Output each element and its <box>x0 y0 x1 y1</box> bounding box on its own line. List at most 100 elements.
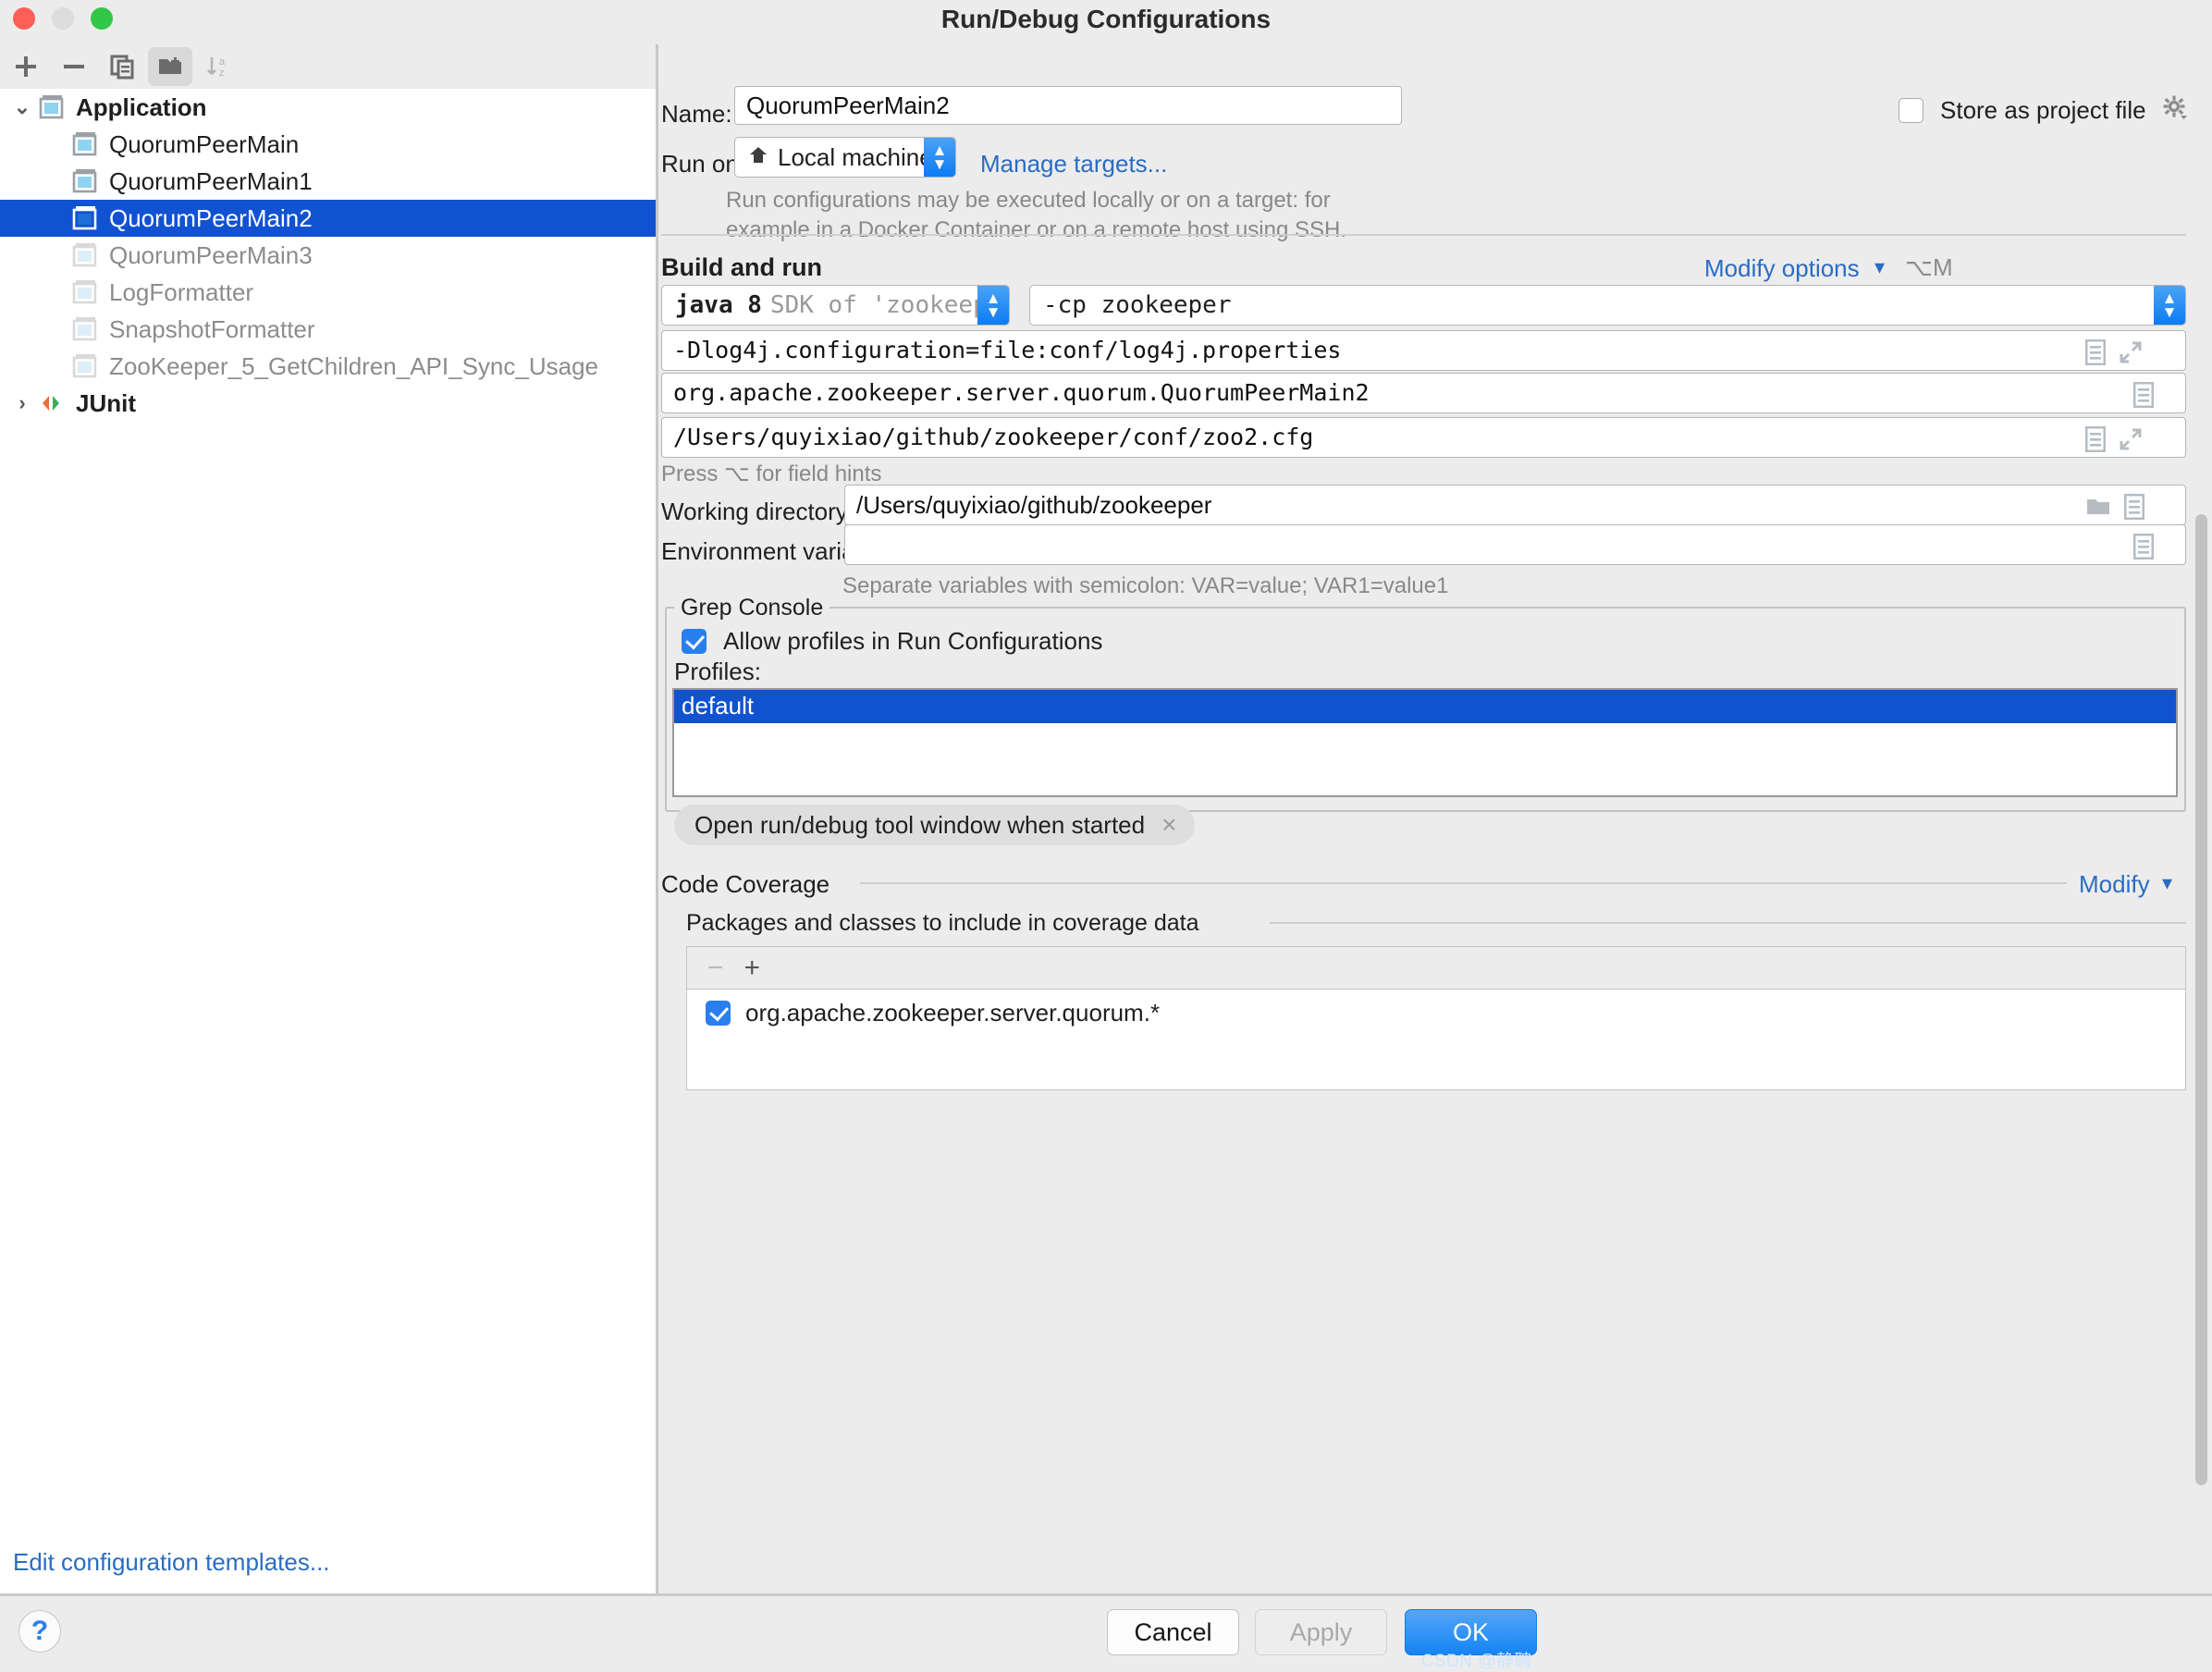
run-on-hint-line1: Run configurations may be executed local… <box>726 188 1331 213</box>
chevron-down-icon[interactable]: ⌄ <box>6 95 39 119</box>
vm-options-list-icon[interactable] <box>2084 338 2107 372</box>
working-directory-list-icon[interactable] <box>2123 493 2145 526</box>
tree-item-logformatter[interactable]: LogFormatter <box>0 274 656 311</box>
name-input[interactable]: QuorumPeerMain2 <box>734 86 1402 125</box>
vm-options-field-icons <box>2084 338 2143 372</box>
manage-targets-link[interactable]: Manage targets... <box>980 150 1167 178</box>
tree-item-label: Application <box>76 92 207 121</box>
application-icon <box>72 279 100 305</box>
close-icon[interactable]: × <box>1161 810 1176 840</box>
sort-alpha-icon[interactable]: a z <box>196 47 240 86</box>
application-icon <box>72 242 100 268</box>
environment-variables-list-icon[interactable] <box>2132 533 2155 566</box>
tree-item-zookeeper-5-getchildren-api-sync-usage[interactable]: ZooKeeper_5_GetChildren_API_Sync_Usage <box>0 348 656 385</box>
open-run-debug-tool-window-label: Open run/debug tool window when started <box>694 810 1146 839</box>
main-class-input[interactable]: org.apache.zookeeper.server.quorum.Quoru… <box>661 373 2186 413</box>
allow-profiles-checkbox[interactable] <box>682 629 707 654</box>
copy-configuration-button[interactable] <box>100 47 144 86</box>
application-icon <box>72 353 100 379</box>
allow-profiles-label: Allow profiles in Run Configurations <box>723 627 1103 655</box>
code-coverage-modify-link[interactable]: Modify <box>2079 870 2150 899</box>
classpath-select[interactable]: -cp zookeeper ▲ ▼ <box>1029 285 2186 326</box>
application-icon <box>39 94 67 120</box>
cancel-button[interactable]: Cancel <box>1107 1609 1239 1655</box>
run-on-stepper[interactable]: ▲ ▼ <box>924 138 955 177</box>
configurations-sidebar: a z ⌄ Application QuorumPeerMain QuorumPe… <box>0 44 658 1593</box>
chevron-right-icon[interactable]: › <box>6 391 39 415</box>
vm-options-expand-icon[interactable] <box>2119 340 2143 371</box>
profiles-list[interactable]: default <box>672 688 2178 797</box>
add-package-button[interactable]: + <box>744 953 761 984</box>
configurations-tree[interactable]: ⌄ Application QuorumPeerMain QuorumPeerMa… <box>0 89 656 1531</box>
coverage-packages-divider <box>1270 922 2186 924</box>
folder-add-icon[interactable] <box>148 47 192 86</box>
name-label: Name: <box>661 100 732 128</box>
grep-console-group-label: Grep Console <box>674 595 830 621</box>
folder-browse-icon[interactable] <box>2085 495 2111 525</box>
tree-item-label: LogFormatter <box>109 277 254 306</box>
tree-item-quorumpeermain[interactable]: QuorumPeerMain <box>0 126 656 163</box>
classpath-stepper[interactable]: ▲ ▼ <box>2154 286 2185 325</box>
help-button[interactable]: ? <box>18 1610 61 1653</box>
local-machine-icon <box>748 143 768 172</box>
vm-options-input[interactable]: -Dlog4j.configuration=file:conf/log4j.pr… <box>661 330 2186 371</box>
tree-item-quorumpeermain2[interactable]: QuorumPeerMain2 <box>0 200 656 237</box>
environment-variables-field-icons <box>2132 533 2155 566</box>
open-run-debug-tool-window-chip[interactable]: Open run/debug tool window when started … <box>674 805 1196 845</box>
svg-text:a: a <box>219 56 226 68</box>
remove-configuration-button[interactable] <box>52 47 96 86</box>
store-as-project-file-row[interactable]: Store as project file <box>1899 95 2187 126</box>
coverage-toolbar: − + <box>686 946 2186 989</box>
program-arguments-field-icons <box>2084 425 2143 459</box>
environment-variables-input[interactable] <box>844 524 2186 565</box>
run-on-select[interactable]: Local machine ▲ ▼ <box>734 137 956 178</box>
application-icon <box>72 168 100 194</box>
modify-options-shortcut: ⌥M <box>1905 253 1953 281</box>
coverage-list[interactable]: org.apache.zookeeper.server.quorum.* <box>686 989 2186 1090</box>
build-and-run-title: Build and run <box>661 253 822 281</box>
code-coverage-divider <box>860 882 2067 884</box>
modify-options-link[interactable]: Modify options <box>1704 254 1860 283</box>
application-icon <box>72 131 100 157</box>
coverage-item-checkbox[interactable] <box>706 1001 731 1026</box>
jdk-stepper[interactable]: ▲ ▼ <box>977 286 1009 325</box>
allow-profiles-row[interactable]: Allow profiles in Run Configurations <box>682 627 1102 656</box>
tree-item-quorumpeermain3[interactable]: QuorumPeerMain3 <box>0 237 656 274</box>
environment-variables-hint: Separate variables with semicolon: VAR=v… <box>842 573 1449 598</box>
store-as-project-file-label: Store as project file <box>1940 96 2146 124</box>
coverage-packages-label: Packages and classes to include in cover… <box>686 910 1199 936</box>
form-scrollbar-track[interactable] <box>2192 276 2212 1589</box>
tree-item-label: ZooKeeper_5_GetChildren_API_Sync_Usage <box>109 351 599 380</box>
tree-item-quorumpeermain1[interactable]: QuorumPeerMain1 <box>0 163 656 200</box>
form-scrollbar-thumb[interactable] <box>2195 514 2207 1485</box>
remove-package-button[interactable]: − <box>707 953 724 984</box>
main-class-field-icons <box>2132 381 2155 414</box>
tree-item-snapshotformatter[interactable]: SnapshotFormatter <box>0 311 656 348</box>
application-icon <box>72 205 100 231</box>
store-as-project-file-checkbox[interactable] <box>1899 98 1923 123</box>
window-title: Run/Debug Configurations <box>940 5 1272 33</box>
jdk-select[interactable]: java 8 SDK of 'zookeeper' module ▲▼ <box>661 285 1010 326</box>
gear-icon[interactable] <box>2163 95 2187 126</box>
working-directory-input[interactable]: /Users/quyixiao/github/zookeeper <box>844 485 2186 525</box>
profile-list-item[interactable]: default <box>674 690 2176 723</box>
tree-item-junit[interactable]: › JUnit <box>0 385 656 422</box>
coverage-item-label: org.apache.zookeeper.server.quorum.* <box>745 999 1161 1027</box>
dialog-footer: ? Cancel Apply OK CSDN @静聘 <box>0 1593 2212 1671</box>
program-arguments-list-icon[interactable] <box>2084 425 2107 459</box>
add-configuration-button[interactable] <box>4 47 48 86</box>
program-arguments-input[interactable]: /Users/quyixiao/github/zookeeper/conf/zo… <box>661 417 2186 458</box>
coverage-list-item[interactable]: org.apache.zookeeper.server.quorum.* <box>687 990 2185 1027</box>
run-on-hint-line2: example in a Docker Container or on a re… <box>726 217 1347 242</box>
program-arguments-expand-icon[interactable] <box>2119 427 2143 458</box>
edit-configuration-templates-link[interactable]: Edit configuration templates... <box>13 1548 330 1577</box>
code-coverage-label: Code Coverage <box>661 870 830 898</box>
chevron-down-icon[interactable]: ▾ <box>1874 255 1885 279</box>
main-class-list-icon[interactable] <box>2132 381 2155 414</box>
chevron-down-icon[interactable]: ▾ <box>2162 871 2172 895</box>
tree-item-application[interactable]: ⌄ Application <box>0 89 656 126</box>
run-on-value: Local machine <box>778 142 933 171</box>
